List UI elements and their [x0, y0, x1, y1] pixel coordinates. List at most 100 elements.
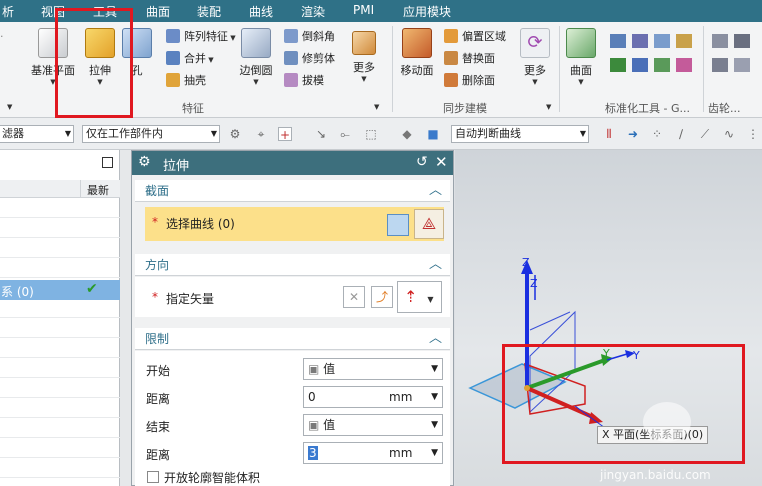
draft-button[interactable]: 拔模	[284, 72, 324, 90]
navigator-row[interactable]	[0, 360, 120, 378]
group-sync-expand-icon[interactable]: ▼	[546, 103, 551, 111]
nx-window: 析 视图 工具 曲面 装配 曲线 渲染 PMI 应用模块 · 基准平面 ▼ 拉伸…	[0, 0, 762, 486]
tool-icon[interactable]	[632, 34, 648, 48]
gear-tool-icon[interactable]	[734, 34, 750, 48]
curve-filter-icon[interactable]: ↘	[314, 127, 328, 141]
panel-gutter	[120, 150, 131, 486]
section-limits-header[interactable]: 限制 ︿	[135, 328, 450, 350]
menu-pmi[interactable]: PMI	[353, 3, 374, 17]
select-curve-row[interactable]: * 选择曲线 (0) ⟁	[145, 207, 444, 241]
unite-icon	[166, 51, 180, 65]
menu-render[interactable]: 渲染	[301, 3, 325, 20]
maximize-icon[interactable]	[102, 157, 113, 168]
snap-icon[interactable]: ⚙	[228, 127, 242, 141]
navigator-row[interactable]	[0, 420, 120, 438]
navigator-header: 最新	[0, 180, 120, 198]
group-left-expand-icon[interactable]: ▼	[7, 103, 12, 111]
body-select-icon[interactable]: ◆	[400, 127, 414, 141]
menu-curve[interactable]: 曲线	[249, 3, 273, 20]
tangent-icon[interactable]: ⟋	[698, 127, 712, 141]
navigator-row[interactable]	[0, 240, 120, 258]
navigator-row[interactable]	[0, 220, 120, 238]
unite-button[interactable]: 合并 ▼	[166, 50, 214, 68]
reverse-direction-icon[interactable]: ✕	[343, 286, 365, 308]
solid-select-icon[interactable]: ■	[426, 127, 440, 141]
more-sync-button[interactable]: ⟳ 更多 ▼	[518, 28, 552, 86]
section-direction-header[interactable]: 方向 ︿	[135, 254, 450, 276]
navigator-row[interactable]	[0, 200, 120, 218]
navigator-row[interactable]	[0, 320, 120, 338]
end-type-select[interactable]: ▣ 值 ▼	[303, 414, 443, 436]
navigator-row[interactable]	[0, 460, 120, 478]
menu-assembly[interactable]: 装配	[197, 3, 221, 20]
chevron-down-icon: ▼	[253, 78, 259, 86]
start-label: 开始	[146, 364, 171, 378]
gear-tool-icon[interactable]	[734, 58, 750, 72]
dialog-titlebar: ⚙ 拉伸 ↺ ✕	[132, 151, 453, 175]
navigator-row[interactable]	[0, 300, 120, 318]
offset-region-label: 偏置区域	[462, 30, 506, 43]
point-filter-icon[interactable]: +	[278, 127, 292, 142]
tool-icon[interactable]	[676, 58, 692, 72]
gear-tool-icon[interactable]	[712, 58, 728, 72]
section-profile-header[interactable]: 截面 ︿	[135, 180, 450, 202]
tool-icon[interactable]	[610, 34, 626, 48]
move-face-button[interactable]: 移动面	[398, 28, 436, 78]
stop-at-icon[interactable]: ⁘	[650, 127, 664, 141]
navigator-row[interactable]	[0, 440, 120, 458]
menu-application[interactable]: 应用模块	[403, 3, 451, 20]
close-icon[interactable]: ✕	[435, 153, 448, 171]
menu-analysis[interactable]: 析	[2, 3, 14, 20]
replace-face-button[interactable]: 替换面	[444, 50, 495, 68]
surface-button[interactable]: 曲面 ▼	[563, 28, 599, 86]
offset-region-button[interactable]: 偏置区域	[444, 28, 506, 46]
navigator-row[interactable]	[0, 380, 120, 398]
pattern-feature-button[interactable]: 阵列特征 ▼	[166, 28, 236, 46]
curve-select-icon[interactable]: ⟁	[414, 209, 444, 239]
group-feature-expand-icon[interactable]: ▼	[374, 103, 379, 111]
specify-vector-label: 指定矢量	[166, 292, 215, 306]
edge-blend-button[interactable]: 边倒圆 ▼	[236, 28, 276, 86]
more-icon[interactable]: ⋮	[746, 127, 760, 141]
curve-rule-value: 自动判断曲线	[455, 127, 521, 140]
vector-type-select[interactable]: ⇡ ▼	[397, 281, 442, 313]
end-distance-value: 3	[308, 446, 318, 460]
tool-icon[interactable]	[610, 58, 626, 72]
end-distance-input[interactable]: 3 mm ▼	[303, 442, 443, 464]
tool-icon[interactable]	[676, 34, 692, 48]
curve-icon[interactable]: ∿	[722, 127, 736, 141]
shell-button[interactable]: 抽壳	[166, 72, 206, 90]
chevron-down-icon: ▼	[431, 392, 438, 402]
start-distance-input[interactable]: 0 mm ▼	[303, 386, 443, 408]
gear-tool-icon[interactable]	[712, 34, 728, 48]
move-face-label: 移动面	[400, 64, 434, 77]
chain-icon[interactable]: ∕	[674, 127, 688, 141]
graphics-viewport[interactable]: Z Z Y Y X 平面(坐标系面)(0) jingyan.baidu.com	[455, 150, 762, 486]
chamfer-button[interactable]: 倒斜角	[284, 28, 335, 46]
navigator-row[interactable]	[0, 340, 120, 358]
snap-point-icon[interactable]: ⌖	[254, 127, 268, 141]
face-filter-icon[interactable]: ⟜	[338, 127, 352, 141]
rectangle-select-icon[interactable]: ⬚	[364, 127, 378, 141]
type-filter-select[interactable]: 滤器 ▼	[0, 125, 74, 143]
curve-rule-select[interactable]: 自动判断曲线 ▼	[451, 125, 589, 143]
sketch-section-icon[interactable]	[387, 214, 409, 236]
reset-icon[interactable]: ↺	[416, 154, 428, 170]
navigator-row[interactable]	[0, 400, 120, 418]
trim-body-button[interactable]: 修剪体	[284, 50, 335, 68]
navigator-row[interactable]	[0, 260, 120, 278]
tool-icon[interactable]	[654, 58, 670, 72]
tool-icon[interactable]	[632, 58, 648, 72]
start-type-select[interactable]: ▣ 值 ▼	[303, 358, 443, 380]
menu-surface[interactable]: 曲面	[146, 3, 170, 20]
vector-dialog-icon[interactable]: ⤴	[371, 286, 393, 308]
delete-face-button[interactable]: 删除面	[444, 72, 495, 90]
csys-row-highlight[interactable]: 系 (0) ✔	[0, 280, 120, 300]
open-profile-checkbox[interactable]	[147, 471, 159, 483]
follow-icon[interactable]: ➜	[626, 127, 640, 141]
intersection-icon[interactable]: ⫴	[602, 127, 616, 141]
more-features-button[interactable]: 更多 ▼	[347, 28, 381, 83]
selection-scope-select[interactable]: 仅在工作部件内 ▼	[82, 125, 220, 143]
tool-icon[interactable]	[654, 34, 670, 48]
chevron-down-icon: ▼	[578, 78, 584, 86]
